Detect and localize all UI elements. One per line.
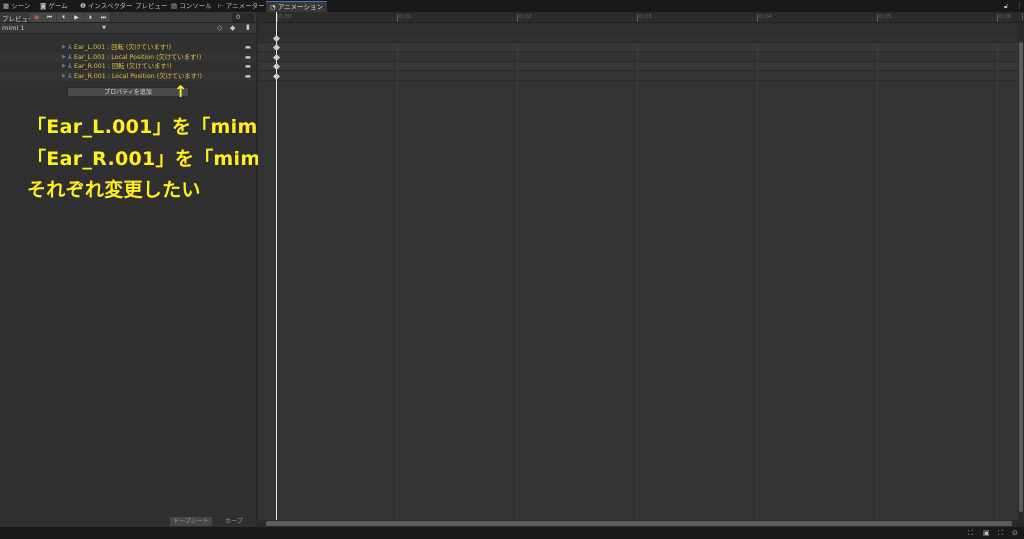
debug-icon[interactable]: ⛶ — [968, 529, 973, 538]
expand-icon[interactable]: ▶ — [62, 72, 66, 82]
prev-key-button[interactable]: ⏴ — [57, 13, 70, 22]
ruler-label: 0:03 — [637, 14, 652, 22]
animator-icon: ⊢ — [218, 2, 226, 10]
tab-animation[interactable]: ◔ アニメーション — [266, 1, 327, 12]
expand-icon[interactable]: ▶ — [62, 43, 66, 53]
ruler-label: 0:06 — [997, 14, 1012, 22]
console-icon: ▤ — [171, 2, 180, 10]
editor-tab-bar: ▦ シーン ◙ ゲーム ❶ インスペクター プレビュー ▤ コンソール ⊢ アニ… — [0, 0, 1024, 12]
animation-toolbar: プレビュー ◉ ⏮ ⏴ ▶ ⏵ ⏭ 0 — [0, 12, 256, 23]
progress-icon[interactable]: ⊙ — [1012, 529, 1018, 537]
add-property-button[interactable]: プロパティを追加 — [67, 87, 189, 97]
property-row[interactable]: ▶ ⅄ Ear_R.001 : 回転 (欠けています!) ▬ — [0, 62, 256, 72]
time-ruler[interactable]: 0:00 0:01 0:02 0:03 0:04 0:05 0:06 ⋮ — [258, 12, 1024, 23]
clock-icon: ◔ — [270, 3, 278, 11]
status-bar: ⛶ ▣ ⛶ ⊙ — [0, 527, 1024, 539]
grid-line — [877, 43, 878, 520]
tab-dopesheet[interactable]: ドープシート — [170, 517, 212, 526]
grid-line — [397, 43, 398, 520]
ruler-label: 0:02 — [517, 14, 532, 22]
grid-line — [637, 43, 638, 520]
grid-line — [997, 43, 998, 520]
info-icon: ❶ — [80, 2, 88, 10]
clip-dropdown[interactable]: mimi 1 ▼ — [0, 24, 108, 33]
frame-input[interactable]: 0 — [232, 13, 254, 22]
options-icon[interactable]: ▬ — [245, 53, 251, 63]
first-key-button[interactable]: ⏮ — [43, 13, 56, 22]
annotation-line: それぞれ変更したい — [27, 179, 201, 201]
dopesheet-timeline[interactable] — [258, 12, 1018, 520]
options-icon[interactable]: ▬ — [245, 62, 251, 72]
tab-preview[interactable]: プレビュー — [135, 1, 168, 12]
transform-icon: ⅄ — [68, 53, 72, 61]
lock-icon[interactable]: 🔓︎ — [1004, 1, 1008, 12]
summary-row — [258, 33, 1018, 43]
tab-game[interactable]: ◙ ゲーム — [40, 1, 68, 12]
tab-inspector[interactable]: ❶ インスペクター — [80, 1, 133, 12]
add-event-icon[interactable]: ◆ — [230, 24, 235, 32]
event-row — [258, 23, 1018, 33]
arrow-up-icon: ↑ — [174, 82, 188, 101]
track-row — [258, 43, 1018, 52]
last-key-button[interactable]: ⏭ — [97, 13, 110, 22]
property-row[interactable]: ▶ ⅄ Ear_R.001 : Local Position (欠けています!) ▬ — [0, 71, 256, 82]
more-icon[interactable]: ⋮ — [1016, 1, 1023, 12]
ruler-label: 0:04 — [757, 14, 772, 22]
ruler-label: 0:05 — [877, 14, 892, 22]
ruler-label: 0:01 — [397, 14, 412, 22]
tab-console[interactable]: ▤ コンソール — [171, 1, 212, 12]
track-row — [258, 71, 1018, 81]
property-row[interactable]: ▶ ⅄ Ear_L.001 : 回転 (欠けています!) ▬ — [0, 43, 256, 53]
expand-icon[interactable]: ▶ — [62, 62, 66, 72]
play-button[interactable]: ▶ — [70, 13, 83, 22]
vertical-scroll-thumb[interactable] — [1019, 42, 1023, 512]
options-icon[interactable]: ▬ — [245, 43, 251, 53]
track-row — [258, 62, 1018, 71]
more-icon[interactable]: ⋮ — [1019, 13, 1024, 21]
property-row[interactable]: ▶ ⅄ Ear_L.001 : Local Position (欠けています!) ▬ — [0, 52, 256, 63]
transform-icon: ⅄ — [68, 63, 72, 70]
track-row — [258, 52, 1018, 62]
playhead[interactable] — [276, 12, 277, 520]
clip-row: mimi 1 ▼ ◇ ◆ ▮ — [0, 23, 256, 34]
transform-icon: ⅄ — [68, 44, 72, 51]
view-mode-tabs: ドープシート カーブ — [0, 516, 256, 527]
ruler-label: 0:00 — [277, 14, 292, 22]
chevron-down-icon: ▼ — [102, 25, 106, 31]
add-keyframe-icon[interactable]: ◇ — [217, 24, 222, 32]
tab-curves[interactable]: カーブ — [214, 517, 254, 526]
horizontal-scroll-thumb[interactable] — [266, 521, 1012, 526]
event-marker-icon[interactable]: ▮ — [246, 23, 250, 31]
tab-animator[interactable]: ⊢ アニメーター — [218, 1, 265, 12]
tab-scene[interactable]: ▦ シーン — [3, 1, 30, 12]
transform-icon: ⅄ — [68, 72, 72, 80]
options-icon[interactable]: ▬ — [245, 72, 251, 82]
next-key-button[interactable]: ⏵ — [84, 13, 97, 22]
record-button[interactable]: ◉ — [30, 13, 43, 22]
expand-icon[interactable]: ▶ — [62, 53, 66, 63]
grid-line — [757, 43, 758, 520]
cache-icon[interactable]: ▣ — [983, 529, 990, 537]
grid-line — [517, 43, 518, 520]
grid-icon: ▦ — [3, 2, 12, 10]
network-icon[interactable]: ⛶ — [998, 529, 1003, 538]
